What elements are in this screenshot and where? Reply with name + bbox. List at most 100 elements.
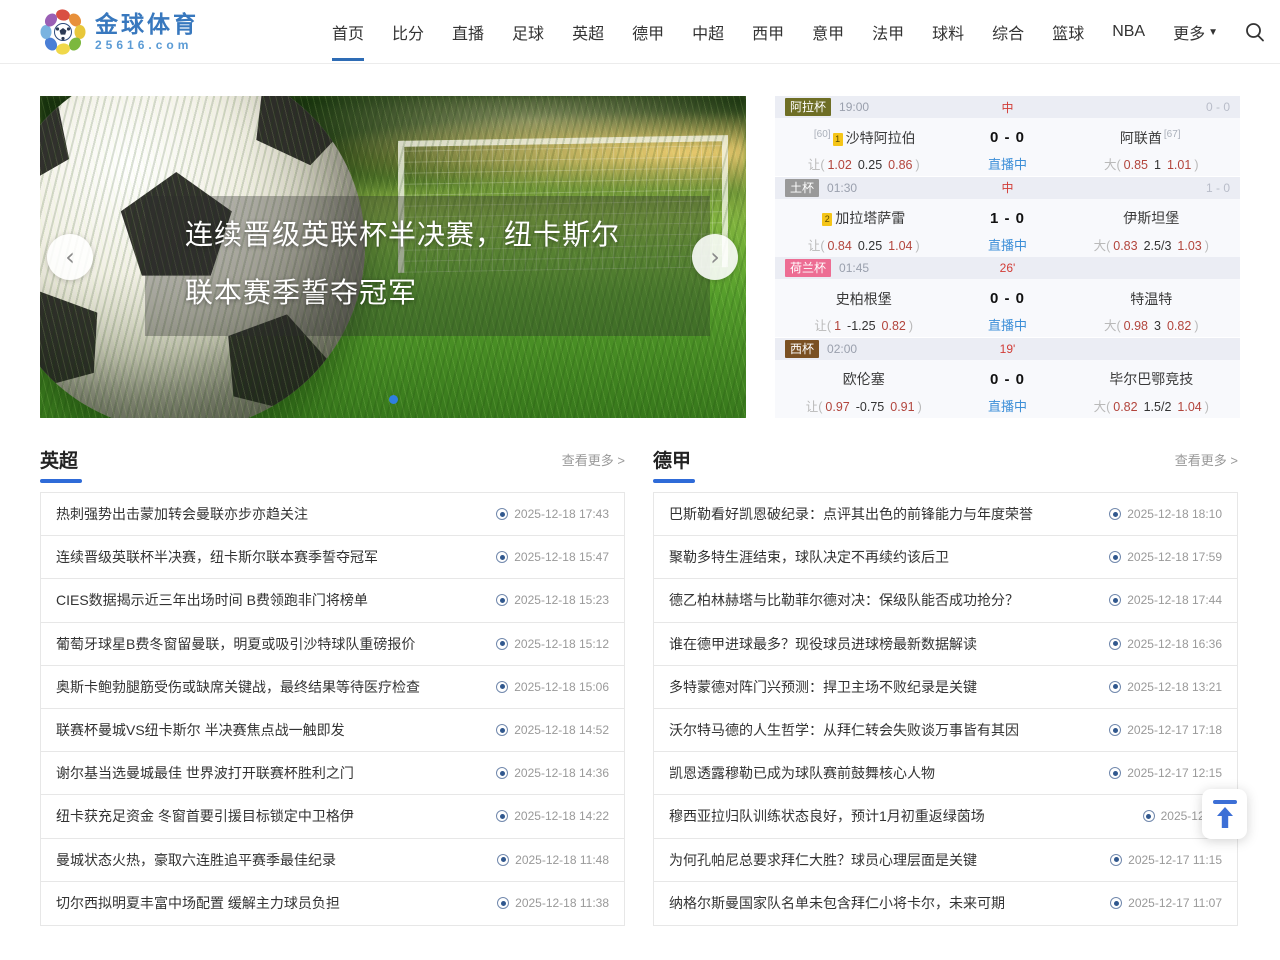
news-time: 2025-12-18 15:06 xyxy=(514,680,609,694)
over-under-odds: 大(0.821.5/21.04) xyxy=(1063,396,1241,415)
match-status: 19' xyxy=(1000,342,1016,356)
away-team: 伊斯坦堡 xyxy=(1063,208,1241,228)
match-score: 0 - 0 xyxy=(953,371,1063,388)
news-sections: 英超 查看更多 > 热刺强势出击蒙加转会曼联亦步亦趋关注2025-12-18 1… xyxy=(40,446,1238,926)
back-to-top-button[interactable] xyxy=(1202,789,1247,839)
list-item[interactable]: 切尔西拟明夏丰富中场配置 缓解主力球员负担2025-12-18 11:38 xyxy=(41,882,624,925)
list-item[interactable]: 纽卡获充足资金 冬窗首要引援目标锁定中卫格伊2025-12-18 14:22 xyxy=(41,795,624,838)
yellow-card-icon: 1 xyxy=(833,133,843,146)
over-under-odds: 大(0.9830.82) xyxy=(1063,315,1241,334)
clock-icon xyxy=(496,810,508,822)
section-bundesliga: 德甲 查看更多 > 巴斯勒看好凯恩破纪录：点评其出色的前锋能力与年度荣誉2025… xyxy=(653,446,1238,926)
search-button[interactable] xyxy=(1244,21,1266,43)
match-card[interactable]: 西杯 02:00 19' 欧伦塞 0 - 0 毕尔巴鄂竞技 让(0.97-0.7… xyxy=(775,338,1240,418)
news-time: 2025-12-18 14:52 xyxy=(514,723,609,737)
logo-pinwheel-icon xyxy=(40,9,86,55)
minute-superscript: [60] xyxy=(814,129,831,140)
corner-score: 1 - 0 xyxy=(1206,181,1230,195)
news-time: 2025-12-18 11:38 xyxy=(515,896,609,910)
match-card[interactable]: 阿拉杯 19:00 中 0 - 0 [60]1沙特阿拉伯 0 - 0 阿联酋[6… xyxy=(775,96,1240,176)
live-stream-link[interactable]: 直播中 xyxy=(953,235,1063,254)
list-item[interactable]: 谁在德甲进球最多？现役球员进球榜最新数据解读2025-12-18 16:36 xyxy=(654,623,1237,666)
nav-item-ligue1[interactable]: 法甲 xyxy=(858,0,918,64)
hero-carousel: 连续晋级英联杯半决赛，纽卡斯尔 联本赛季誓夺冠军 ‹ › xyxy=(40,96,746,418)
away-team: 毕尔巴鄂竞技 xyxy=(1063,369,1241,389)
carousel-caption[interactable]: 连续晋级英联杯半决赛，纽卡斯尔 联本赛季誓夺冠军 xyxy=(145,196,710,336)
clock-icon xyxy=(1143,810,1155,822)
list-item[interactable]: 沃尔特马德的人生哲学：从拜仁转会失败谈万事皆有其因2025-12-17 17:1… xyxy=(654,709,1237,752)
list-item[interactable]: 热刺强势出击蒙加转会曼联亦步亦趋关注2025-12-18 17:43 xyxy=(41,493,624,536)
news-time: 2025-12-18 17:43 xyxy=(514,507,609,521)
news-list: 热刺强势出击蒙加转会曼联亦步亦趋关注2025-12-18 17:43 连续晋级英… xyxy=(40,492,625,926)
match-time: 02:00 xyxy=(827,342,857,356)
clock-icon xyxy=(1109,594,1121,606)
clock-icon xyxy=(496,638,508,650)
match-time: 19:00 xyxy=(839,100,869,114)
match-time: 01:45 xyxy=(839,261,869,275)
live-stream-link[interactable]: 直播中 xyxy=(953,154,1063,173)
news-time: 2025-12-18 14:36 xyxy=(514,766,609,780)
list-item[interactable]: 谢尔基当选曼城最佳 世界波打开联赛杯胜利之门2025-12-18 14:36 xyxy=(41,752,624,795)
nav-item-basketball[interactable]: 篮球 xyxy=(1038,0,1098,64)
news-time: 2025-12-18 15:23 xyxy=(514,593,609,607)
caption-line-1: 连续晋级英联杯半决赛，纽卡斯尔 xyxy=(185,206,690,264)
list-item[interactable]: 为何孔帕尼总要求拜仁大胜？球员心理层面是关键2025-12-17 11:15 xyxy=(654,839,1237,882)
nav-item-scores[interactable]: 比分 xyxy=(378,0,438,64)
list-item[interactable]: CIES数据揭示近三年出场时间 B费领跑非门将榜单2025-12-18 15:2… xyxy=(41,579,624,622)
clock-icon xyxy=(497,897,509,909)
match-card[interactable]: 荷兰杯 01:45 26' 史柏根堡 0 - 0 特温特 让(1-1.250.8… xyxy=(775,257,1240,337)
live-score-panel: 阿拉杯 19:00 中 0 - 0 [60]1沙特阿拉伯 0 - 0 阿联酋[6… xyxy=(775,96,1240,418)
news-time: 2025-12-18 15:12 xyxy=(514,637,609,651)
nav-item-epl[interactable]: 英超 xyxy=(558,0,618,64)
news-time: 2025-12-18 17:59 xyxy=(1127,550,1222,564)
news-time: 2025-12-17 11:07 xyxy=(1128,896,1222,910)
clock-icon xyxy=(496,724,508,736)
list-item[interactable]: 巴斯勒看好凯恩破纪录：点评其出色的前锋能力与年度荣誉2025-12-18 18:… xyxy=(654,493,1237,536)
list-item[interactable]: 联赛杯曼城VS纽卡斯尔 半决赛焦点战一触即发2025-12-18 14:52 xyxy=(41,709,624,752)
nav-item-bundesliga[interactable]: 德甲 xyxy=(618,0,678,64)
view-more-link[interactable]: 查看更多 > xyxy=(562,450,625,469)
nav-item-general[interactable]: 综合 xyxy=(978,0,1038,64)
league-badge: 土杯 xyxy=(785,179,819,197)
nav-item-seriea[interactable]: 意甲 xyxy=(798,0,858,64)
nav-item-home[interactable]: 首页 xyxy=(318,0,378,64)
news-time: 2025-12-18 17:44 xyxy=(1127,593,1222,607)
news-list: 巴斯勒看好凯恩破纪录：点评其出色的前锋能力与年度荣誉2025-12-18 18:… xyxy=(653,492,1238,926)
list-item[interactable]: 德乙柏林赫塔与比勒菲尔德对决：保级队能否成功抢分？2025-12-18 17:4… xyxy=(654,579,1237,622)
nav-item-live[interactable]: 直播 xyxy=(438,0,498,64)
list-item[interactable]: 多特蒙德对阵门兴预测：捍卫主场不败纪录是关键2025-12-18 13:21 xyxy=(654,666,1237,709)
clock-icon xyxy=(496,594,508,606)
list-item[interactable]: 聚勒多特生涯结束，球队决定不再续约该后卫2025-12-18 17:59 xyxy=(654,536,1237,579)
nav-item-more[interactable]: 更多 ▼ xyxy=(1159,0,1232,64)
site-domain: 25616.com xyxy=(95,39,199,52)
news-time: 2025-12-18 15:47 xyxy=(514,550,609,564)
list-item[interactable]: 连续晋级英联杯半决赛，纽卡斯尔联本赛季誓夺冠军2025-12-18 15:47 xyxy=(41,536,624,579)
carousel-next-button[interactable]: › xyxy=(692,234,738,280)
list-item[interactable]: 曼城状态火热，豪取六连胜追平赛季最佳纪录2025-12-18 11:48 xyxy=(41,839,624,882)
nav-item-csl[interactable]: 中超 xyxy=(678,0,738,64)
nav-item-laliga[interactable]: 西甲 xyxy=(738,0,798,64)
view-more-link[interactable]: 查看更多 > xyxy=(1175,450,1238,469)
carousel-dot-indicator[interactable] xyxy=(389,395,398,404)
clock-icon xyxy=(497,854,509,866)
list-item[interactable]: 穆西亚拉归队训练状态良好，预计1月初重返绿茵场2025-12-17 xyxy=(654,795,1237,838)
match-time: 01:30 xyxy=(827,181,857,195)
nav-item-tips[interactable]: 球料 xyxy=(918,0,978,64)
clock-icon xyxy=(496,767,508,779)
list-item[interactable]: 凯恩透露穆勒已成为球队赛前鼓舞核心人物2025-12-17 12:15 xyxy=(654,752,1237,795)
nav-item-football[interactable]: 足球 xyxy=(498,0,558,64)
clock-icon xyxy=(1109,767,1121,779)
live-stream-link[interactable]: 直播中 xyxy=(953,396,1063,415)
carousel-prev-button[interactable]: ‹ xyxy=(47,234,93,280)
match-card[interactable]: 土杯 01:30 中 1 - 0 2加拉塔萨雷 1 - 0 伊斯坦堡 让(0.8… xyxy=(775,177,1240,257)
list-item[interactable]: 葡萄牙球星B费冬窗留曼联，明夏或吸引沙特球队重磅报价2025-12-18 15:… xyxy=(41,623,624,666)
live-stream-link[interactable]: 直播中 xyxy=(953,315,1063,334)
news-time: 2025-12-18 13:21 xyxy=(1127,680,1222,694)
list-item[interactable]: 奥斯卡鲍勃腿筋受伤或缺席关键战，最终结果等待医疗检查2025-12-18 15:… xyxy=(41,666,624,709)
site-logo[interactable]: 金球体育 25616.com xyxy=(40,9,199,55)
nav-item-nba[interactable]: NBA xyxy=(1098,0,1159,64)
league-badge: 西杯 xyxy=(785,340,819,358)
news-time: 2025-12-17 11:15 xyxy=(1128,853,1222,867)
list-item[interactable]: 纳格尔斯曼国家队名单未包含拜仁小将卡尔，未来可期2025-12-17 11:07 xyxy=(654,882,1237,925)
match-score: 0 - 0 xyxy=(953,129,1063,146)
